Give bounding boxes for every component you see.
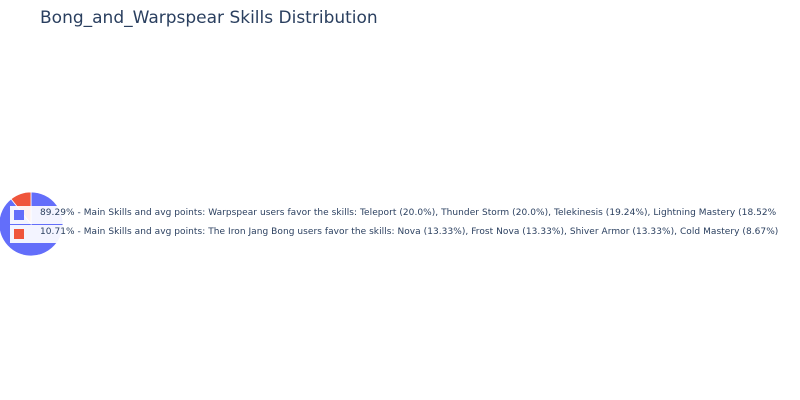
legend-item-iron-jang-bong[interactable]: 10.71% - Main Skills and avg points: The… <box>10 225 800 243</box>
legend-swatch-warpspear <box>14 210 24 220</box>
pie-slice-warpspear[interactable] <box>0 191 64 257</box>
legend-item-warpspear[interactable]: 89.29% - Main Skills and avg points: War… <box>10 206 800 224</box>
legend-label-warpspear: 89.29% - Main Skills and avg points: War… <box>40 208 777 218</box>
legend-swatch-iron-jang-bong <box>14 229 24 239</box>
pie-chart <box>0 191 64 257</box>
legend-label-iron-jang-bong: 10.71% - Main Skills and avg points: The… <box>40 227 779 237</box>
